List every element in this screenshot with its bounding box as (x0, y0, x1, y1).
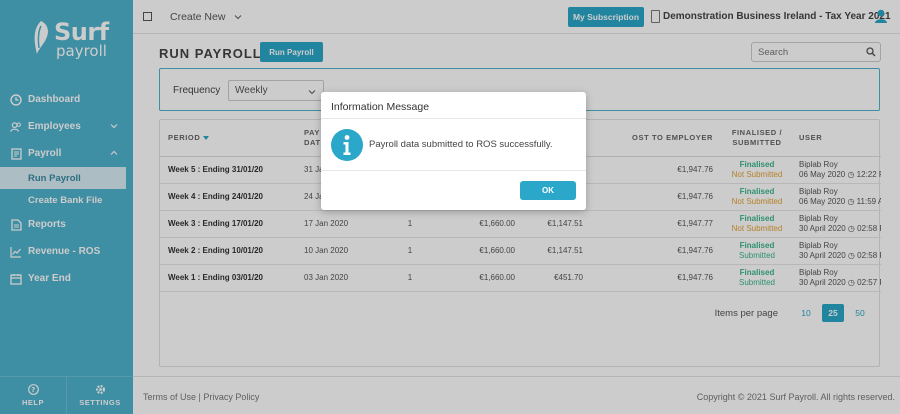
info-icon (331, 129, 363, 161)
dialog-title: Information Message (321, 92, 586, 119)
dialog-body: Payroll data submitted to ROS successful… (321, 119, 586, 171)
ok-button[interactable]: OK (520, 181, 576, 200)
information-dialog: Information Message Payroll data submitt… (321, 92, 586, 210)
dialog-message: Payroll data submitted to ROS successful… (369, 139, 553, 150)
